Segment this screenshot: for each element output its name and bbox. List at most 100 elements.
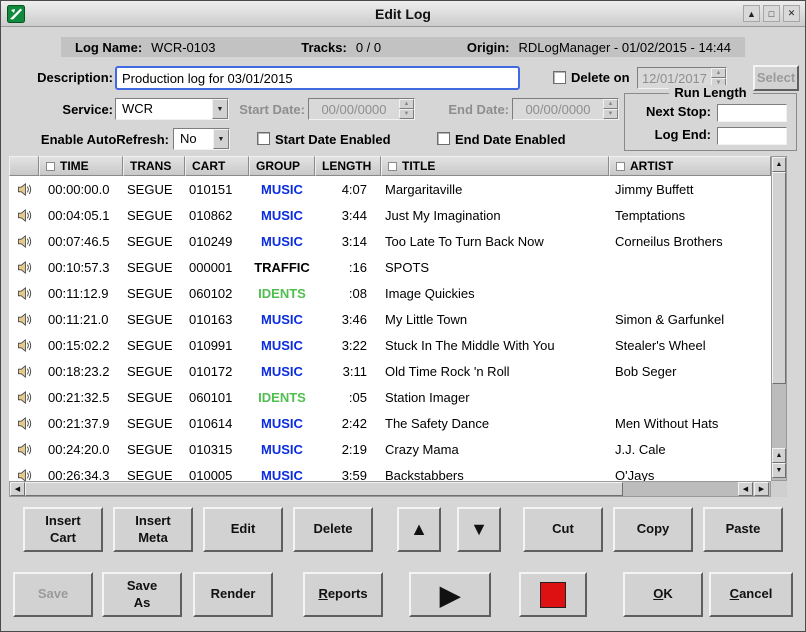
row-length: :05 bbox=[315, 390, 381, 405]
table-row[interactable]: 00:21:37.9 SEGUE 010614 MUSIC 2:42 The S… bbox=[9, 410, 771, 436]
select-button[interactable]: Select bbox=[753, 65, 799, 91]
chevron-down-icon[interactable]: ▼ bbox=[212, 99, 228, 119]
reports-button[interactable]: Reports bbox=[303, 572, 383, 617]
scroll-right-icon[interactable]: ▶ bbox=[754, 482, 769, 496]
row-trans: SEGUE bbox=[123, 390, 185, 405]
row-artist: O'Jays bbox=[609, 468, 771, 482]
titlebar[interactable]: Edit Log ▲ □ ✕ bbox=[1, 1, 805, 27]
maximize-button[interactable]: □ bbox=[763, 5, 780, 22]
table-row[interactable]: 00:07:46.5 SEGUE 010249 MUSIC 3:14 Too L… bbox=[9, 228, 771, 254]
edit-button[interactable]: Edit bbox=[203, 507, 283, 552]
vertical-scroll-thumb[interactable] bbox=[772, 172, 786, 384]
table-row[interactable]: 00:11:12.9 SEGUE 060102 IDENTS :08 Image… bbox=[9, 280, 771, 306]
insert-meta-button[interactable]: Insert Meta bbox=[113, 507, 193, 552]
service-value: WCR bbox=[116, 99, 212, 119]
log-end-label: Log End: bbox=[625, 126, 711, 144]
horizontal-scrollbar[interactable]: ◀ ◀ ▶ bbox=[9, 481, 771, 497]
copy-button[interactable]: Copy bbox=[613, 507, 693, 552]
play-button[interactable]: ▶ bbox=[409, 572, 491, 617]
save-button[interactable]: Save bbox=[13, 572, 93, 617]
row-trans: SEGUE bbox=[123, 312, 185, 327]
table-row[interactable]: 00:18:23.2 SEGUE 010172 MUSIC 3:11 Old T… bbox=[9, 358, 771, 384]
cut-button[interactable]: Cut bbox=[523, 507, 603, 552]
autorefresh-combobox[interactable]: No ▼ bbox=[173, 128, 230, 150]
row-cart: 010151 bbox=[185, 182, 249, 197]
start-date-spinbox[interactable]: 00/00/0000 ▲ ▼ bbox=[308, 98, 415, 120]
row-group: MUSIC bbox=[249, 208, 315, 223]
row-time: 00:15:02.2 bbox=[39, 338, 123, 353]
end-date-label: End Date: bbox=[439, 99, 509, 121]
stop-button[interactable] bbox=[519, 572, 587, 617]
row-trans: SEGUE bbox=[123, 182, 185, 197]
speaker-icon bbox=[9, 338, 39, 353]
end-date-spinbox[interactable]: 00/00/0000 ▲ ▼ bbox=[512, 98, 619, 120]
next-stop-label: Next Stop: bbox=[625, 103, 711, 121]
header-square bbox=[616, 162, 625, 171]
cancel-button[interactable]: Cancel bbox=[709, 572, 793, 617]
table-row[interactable]: 00:21:32.5 SEGUE 060101 IDENTS :05 Stati… bbox=[9, 384, 771, 410]
ok-button[interactable]: OK bbox=[623, 572, 703, 617]
stop-icon bbox=[540, 582, 566, 608]
scroll-left-icon[interactable]: ◀ bbox=[10, 482, 25, 496]
vertical-scrollbar[interactable]: ▲ ▲ ▼ bbox=[771, 156, 787, 481]
column-header-cart[interactable]: CART bbox=[185, 156, 249, 176]
end-date-enabled-checkbox[interactable] bbox=[437, 132, 450, 145]
row-group: MUSIC bbox=[249, 416, 315, 431]
delete-on-checkbox[interactable] bbox=[553, 71, 566, 84]
table-row[interactable]: 00:26:34.3 SEGUE 010005 MUSIC 3:59 Backs… bbox=[9, 462, 771, 481]
row-length: 3:14 bbox=[315, 234, 381, 249]
table-row[interactable]: 00:15:02.2 SEGUE 010991 MUSIC 3:22 Stuck… bbox=[9, 332, 771, 358]
header-square bbox=[46, 162, 55, 171]
column-header-title[interactable]: TITLE bbox=[381, 156, 609, 176]
scroll-up-icon[interactable]: ▲ bbox=[772, 157, 786, 172]
spin-down-icon[interactable]: ▼ bbox=[603, 109, 618, 119]
row-artist: Simon & Garfunkel bbox=[609, 312, 771, 327]
log-table: TIMETRANSCARTGROUPLENGTHTITLEARTIST 00:0… bbox=[9, 156, 787, 497]
insert-cart-button[interactable]: Insert Cart bbox=[23, 507, 103, 552]
row-length: 3:46 bbox=[315, 312, 381, 327]
table-row[interactable]: 00:04:05.1 SEGUE 010862 MUSIC 3:44 Just … bbox=[9, 202, 771, 228]
table-row[interactable]: 00:00:00.0 SEGUE 010151 MUSIC 4:07 Marga… bbox=[9, 176, 771, 202]
spin-down-icon[interactable]: ▼ bbox=[399, 109, 414, 119]
column-header-time[interactable]: TIME bbox=[39, 156, 123, 176]
paste-button[interactable]: Paste bbox=[703, 507, 783, 552]
column-header-trans[interactable]: TRANS bbox=[123, 156, 185, 176]
table-row[interactable]: 00:11:21.0 SEGUE 010163 MUSIC 3:46 My Li… bbox=[9, 306, 771, 332]
row-artist: J.J. Cale bbox=[609, 442, 771, 457]
row-title: Backstabbers bbox=[381, 468, 609, 482]
row-group: MUSIC bbox=[249, 234, 315, 249]
column-header-length[interactable]: LENGTH bbox=[315, 156, 381, 176]
edit-log-window: Edit Log ▲ □ ✕ Log Name: WCR-0103 Tracks… bbox=[0, 0, 806, 632]
scroll-up-icon[interactable]: ▲ bbox=[772, 448, 786, 463]
row-group: MUSIC bbox=[249, 312, 315, 327]
chevron-down-icon[interactable]: ▼ bbox=[213, 129, 229, 149]
close-button[interactable]: ✕ bbox=[783, 5, 800, 22]
origin-value: RDLogManager - 01/02/2015 - 14:44 bbox=[519, 40, 731, 55]
table-row[interactable]: 00:24:20.0 SEGUE 010315 MUSIC 2:19 Crazy… bbox=[9, 436, 771, 462]
render-button[interactable]: Render bbox=[193, 572, 273, 617]
scroll-left-icon[interactable]: ◀ bbox=[738, 482, 753, 496]
delete-button[interactable]: Delete bbox=[293, 507, 373, 552]
save-as-button[interactable]: Save As bbox=[102, 572, 182, 617]
row-artist: Bob Seger bbox=[609, 364, 771, 379]
spin-up-icon[interactable]: ▲ bbox=[399, 99, 414, 109]
start-date-enabled-checkbox[interactable] bbox=[257, 132, 270, 145]
next-stop-field bbox=[717, 104, 787, 122]
row-time: 00:26:34.3 bbox=[39, 468, 123, 482]
move-down-button[interactable]: ▼ bbox=[457, 507, 501, 552]
row-length: :16 bbox=[315, 260, 381, 275]
column-header-artist[interactable]: ARTIST bbox=[609, 156, 771, 176]
shade-button[interactable]: ▲ bbox=[743, 5, 760, 22]
column-header-icon[interactable] bbox=[9, 156, 39, 176]
row-time: 00:24:20.0 bbox=[39, 442, 123, 457]
spin-up-icon[interactable]: ▲ bbox=[711, 68, 726, 78]
service-combobox[interactable]: WCR ▼ bbox=[115, 98, 229, 120]
move-up-button[interactable]: ▲ bbox=[397, 507, 441, 552]
horizontal-scroll-thumb[interactable] bbox=[25, 482, 623, 496]
description-input[interactable] bbox=[115, 66, 520, 90]
spin-up-icon[interactable]: ▲ bbox=[603, 99, 618, 109]
table-row[interactable]: 00:10:57.3 SEGUE 000001 TRAFFIC :16 SPOT… bbox=[9, 254, 771, 280]
scroll-down-icon[interactable]: ▼ bbox=[772, 463, 786, 478]
column-header-group[interactable]: GROUP bbox=[249, 156, 315, 176]
row-length: 2:19 bbox=[315, 442, 381, 457]
